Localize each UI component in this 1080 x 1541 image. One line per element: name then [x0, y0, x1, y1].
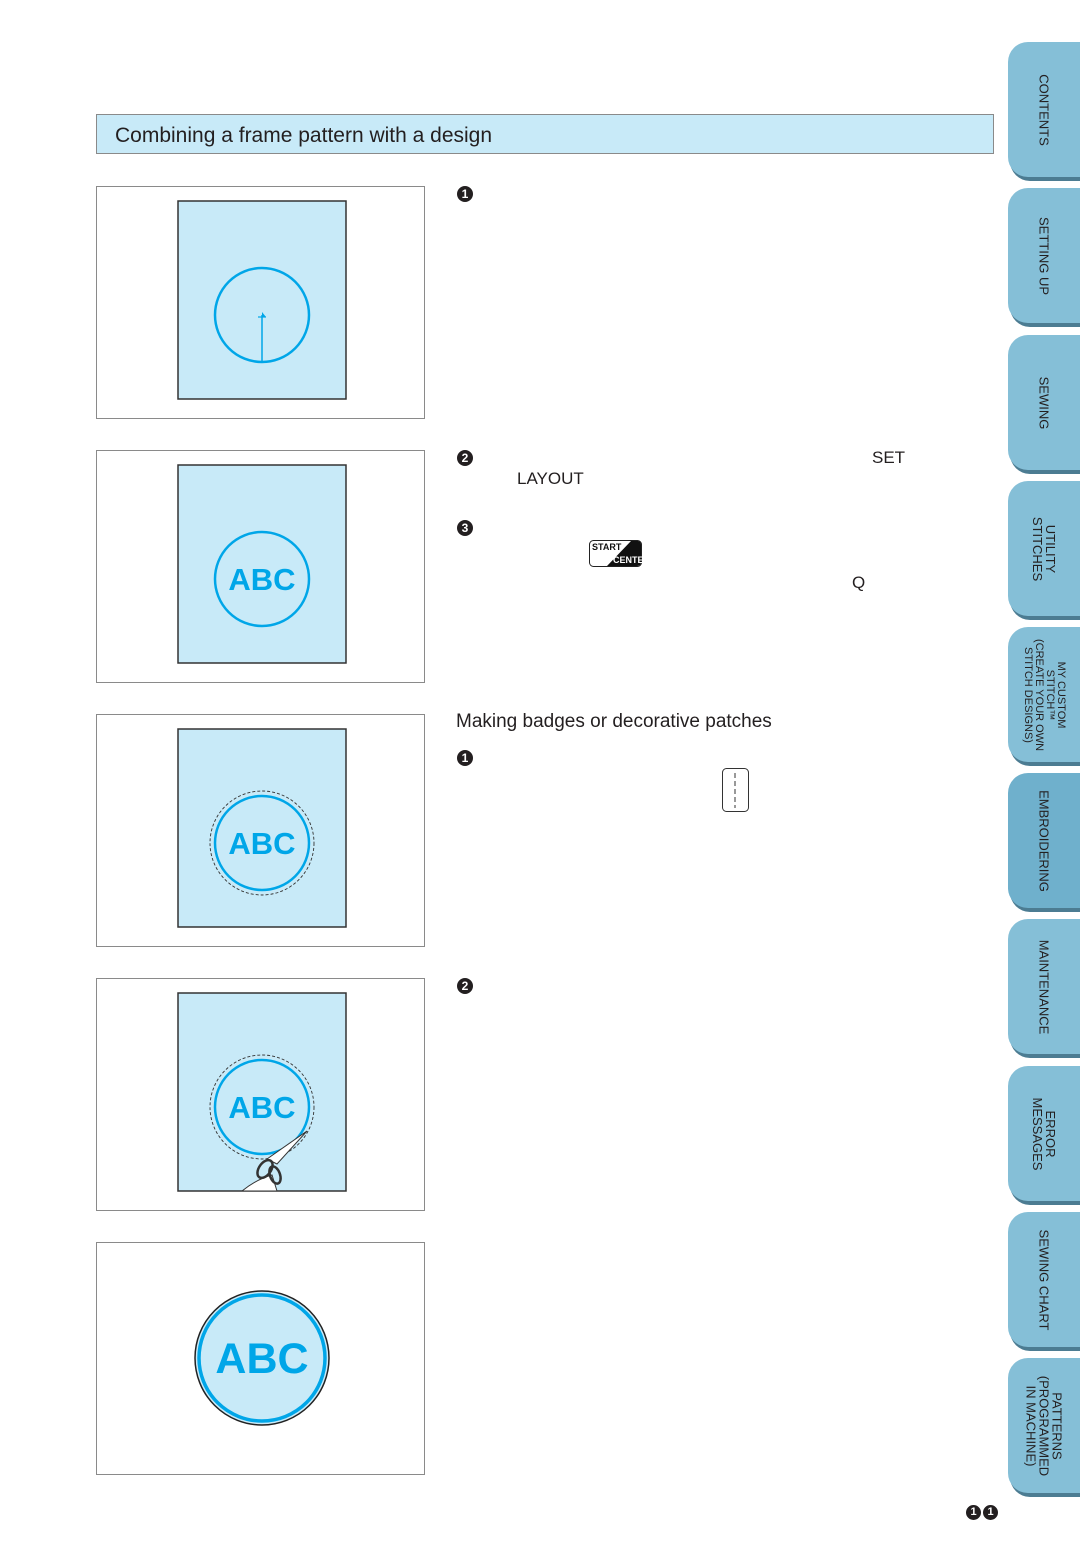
step-number: 3 [457, 520, 473, 536]
tab-patterns[interactable]: PATTERNS (PROGRAMMED IN MACHINE) [1008, 1358, 1080, 1493]
layout-label: LAYOUT [517, 469, 584, 488]
svg-text:START: START [592, 542, 622, 552]
abc-text: ABC [228, 562, 295, 597]
abc-cutting-illustration: ABC [177, 992, 347, 1192]
step-number: 2 [457, 450, 473, 466]
step-number: 1 [457, 750, 473, 766]
figure-finished-badge: ABC [96, 1242, 425, 1475]
tab-utility-stitches[interactable]: UTILITY STITCHES [1008, 481, 1080, 616]
step-number: 1 [457, 186, 473, 202]
abc-text: ABC [228, 826, 295, 861]
tab-my-custom-stitch[interactable]: MY CUSTOM STITCH™ (CREATE YOUR OWN STITC… [1008, 627, 1080, 762]
subsection-title: Making badges or decorative patches [456, 711, 772, 732]
page-number: 11 [966, 1502, 1000, 1520]
abc-cutline-illustration: ABC [177, 728, 347, 928]
figure-cutting-out-badge: ABC [96, 978, 425, 1211]
section-title: Combining a frame pattern with a design [115, 124, 493, 147]
start-center-button-icon: START CENTER [589, 540, 651, 567]
tab-embroidering[interactable]: EMBROIDERING [1008, 773, 1080, 908]
tab-maintenance[interactable]: MAINTENANCE [1008, 919, 1080, 1054]
tab-setting-up[interactable]: SETTING UP [1008, 188, 1080, 323]
tab-contents[interactable]: CONTENTS [1008, 42, 1080, 177]
frame-circle-illustration [177, 200, 347, 400]
figure-abc-in-frame: ABC [96, 450, 425, 683]
section-header: Combining a frame pattern with a design [96, 114, 994, 154]
stitch-pattern-icon [722, 768, 749, 812]
fabric [177, 200, 347, 400]
step-number: 2 [457, 978, 473, 994]
tab-sewing[interactable]: SEWING [1008, 335, 1080, 470]
finished-badge-illustration: ABC [194, 1290, 330, 1426]
tab-error-messages[interactable]: ERROR MESSAGES [1008, 1066, 1080, 1201]
tab-sewing-chart[interactable]: SEWING CHART [1008, 1212, 1080, 1347]
svg-text:CENTER: CENTER [613, 555, 642, 565]
abc-text: ABC [228, 1090, 295, 1125]
figure-abc-with-cut-line: ABC [96, 714, 425, 947]
abc-text: ABC [215, 1335, 308, 1383]
figure-frame-circle [96, 186, 425, 419]
abc-frame-illustration: ABC [177, 464, 347, 664]
set-label: SET [872, 448, 906, 467]
q-label: Q [852, 573, 866, 592]
